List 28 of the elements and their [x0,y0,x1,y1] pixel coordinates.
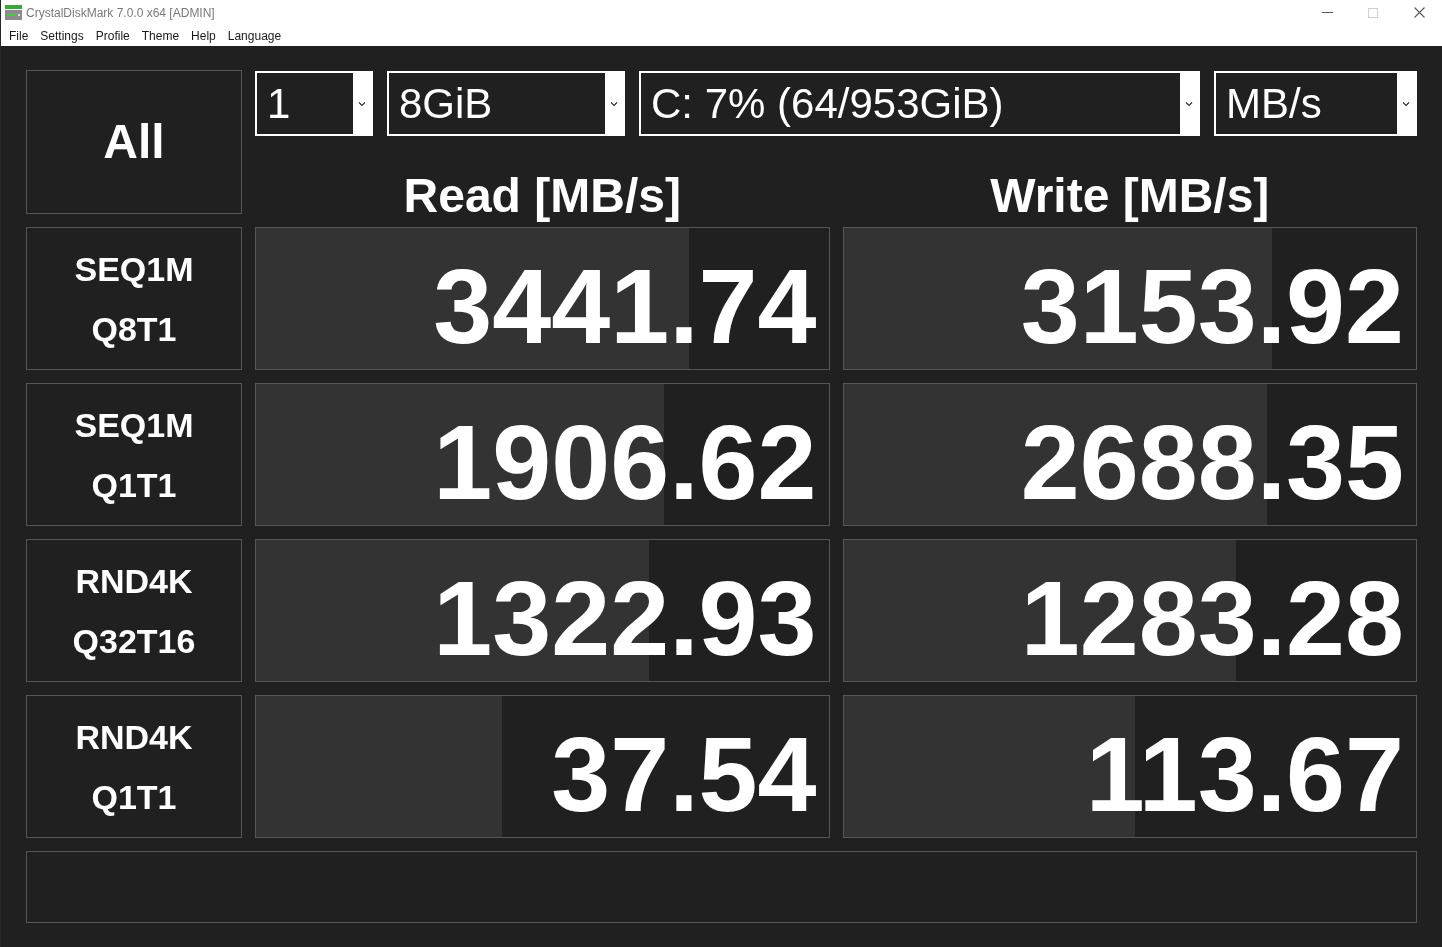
result-value: 3441.74 [433,245,818,359]
menu-item[interactable]: Settings [34,27,90,44]
test-button[interactable]: RND4K Q1T1 [26,695,242,838]
window-title: CrystalDiskMark 7.0.0 x64 [ADMIN] [26,4,215,22]
dropdown[interactable]: MB/s [1214,71,1417,136]
all-button[interactable]: All [26,70,242,214]
dropdown[interactable]: C: 7% (64/953GiB) [639,71,1200,136]
result-value: 1283.28 [1020,557,1405,671]
test-button[interactable]: RND4K Q32T16 [26,539,242,682]
menu-item[interactable]: Help [185,27,222,44]
dropdown[interactable]: 1 [255,71,373,136]
test-button[interactable]: SEQ1M Q8T1 [26,227,242,370]
test-button[interactable]: SEQ1M Q1T1 [26,383,242,526]
menu-item[interactable]: Theme [135,27,186,44]
menu-item[interactable]: Profile [89,27,136,44]
drive-stack-icon [5,5,22,20]
comment-field[interactable] [26,851,1417,923]
result-value: 3153.92 [1020,245,1405,359]
result-value: 1322.93 [433,557,818,671]
menu-item[interactable]: File [3,27,35,44]
column-header: Write [MB/s] [990,169,1270,222]
dropdown[interactable]: 8GiB [387,71,625,136]
result-value: 2688.35 [1020,401,1405,515]
result-value: 1906.62 [433,401,818,515]
column-header: Read [MB/s] [403,169,681,222]
result-value: 113.67 [1085,713,1405,827]
result-value: 37.54 [551,713,818,827]
menu-item[interactable]: Language [221,27,288,44]
